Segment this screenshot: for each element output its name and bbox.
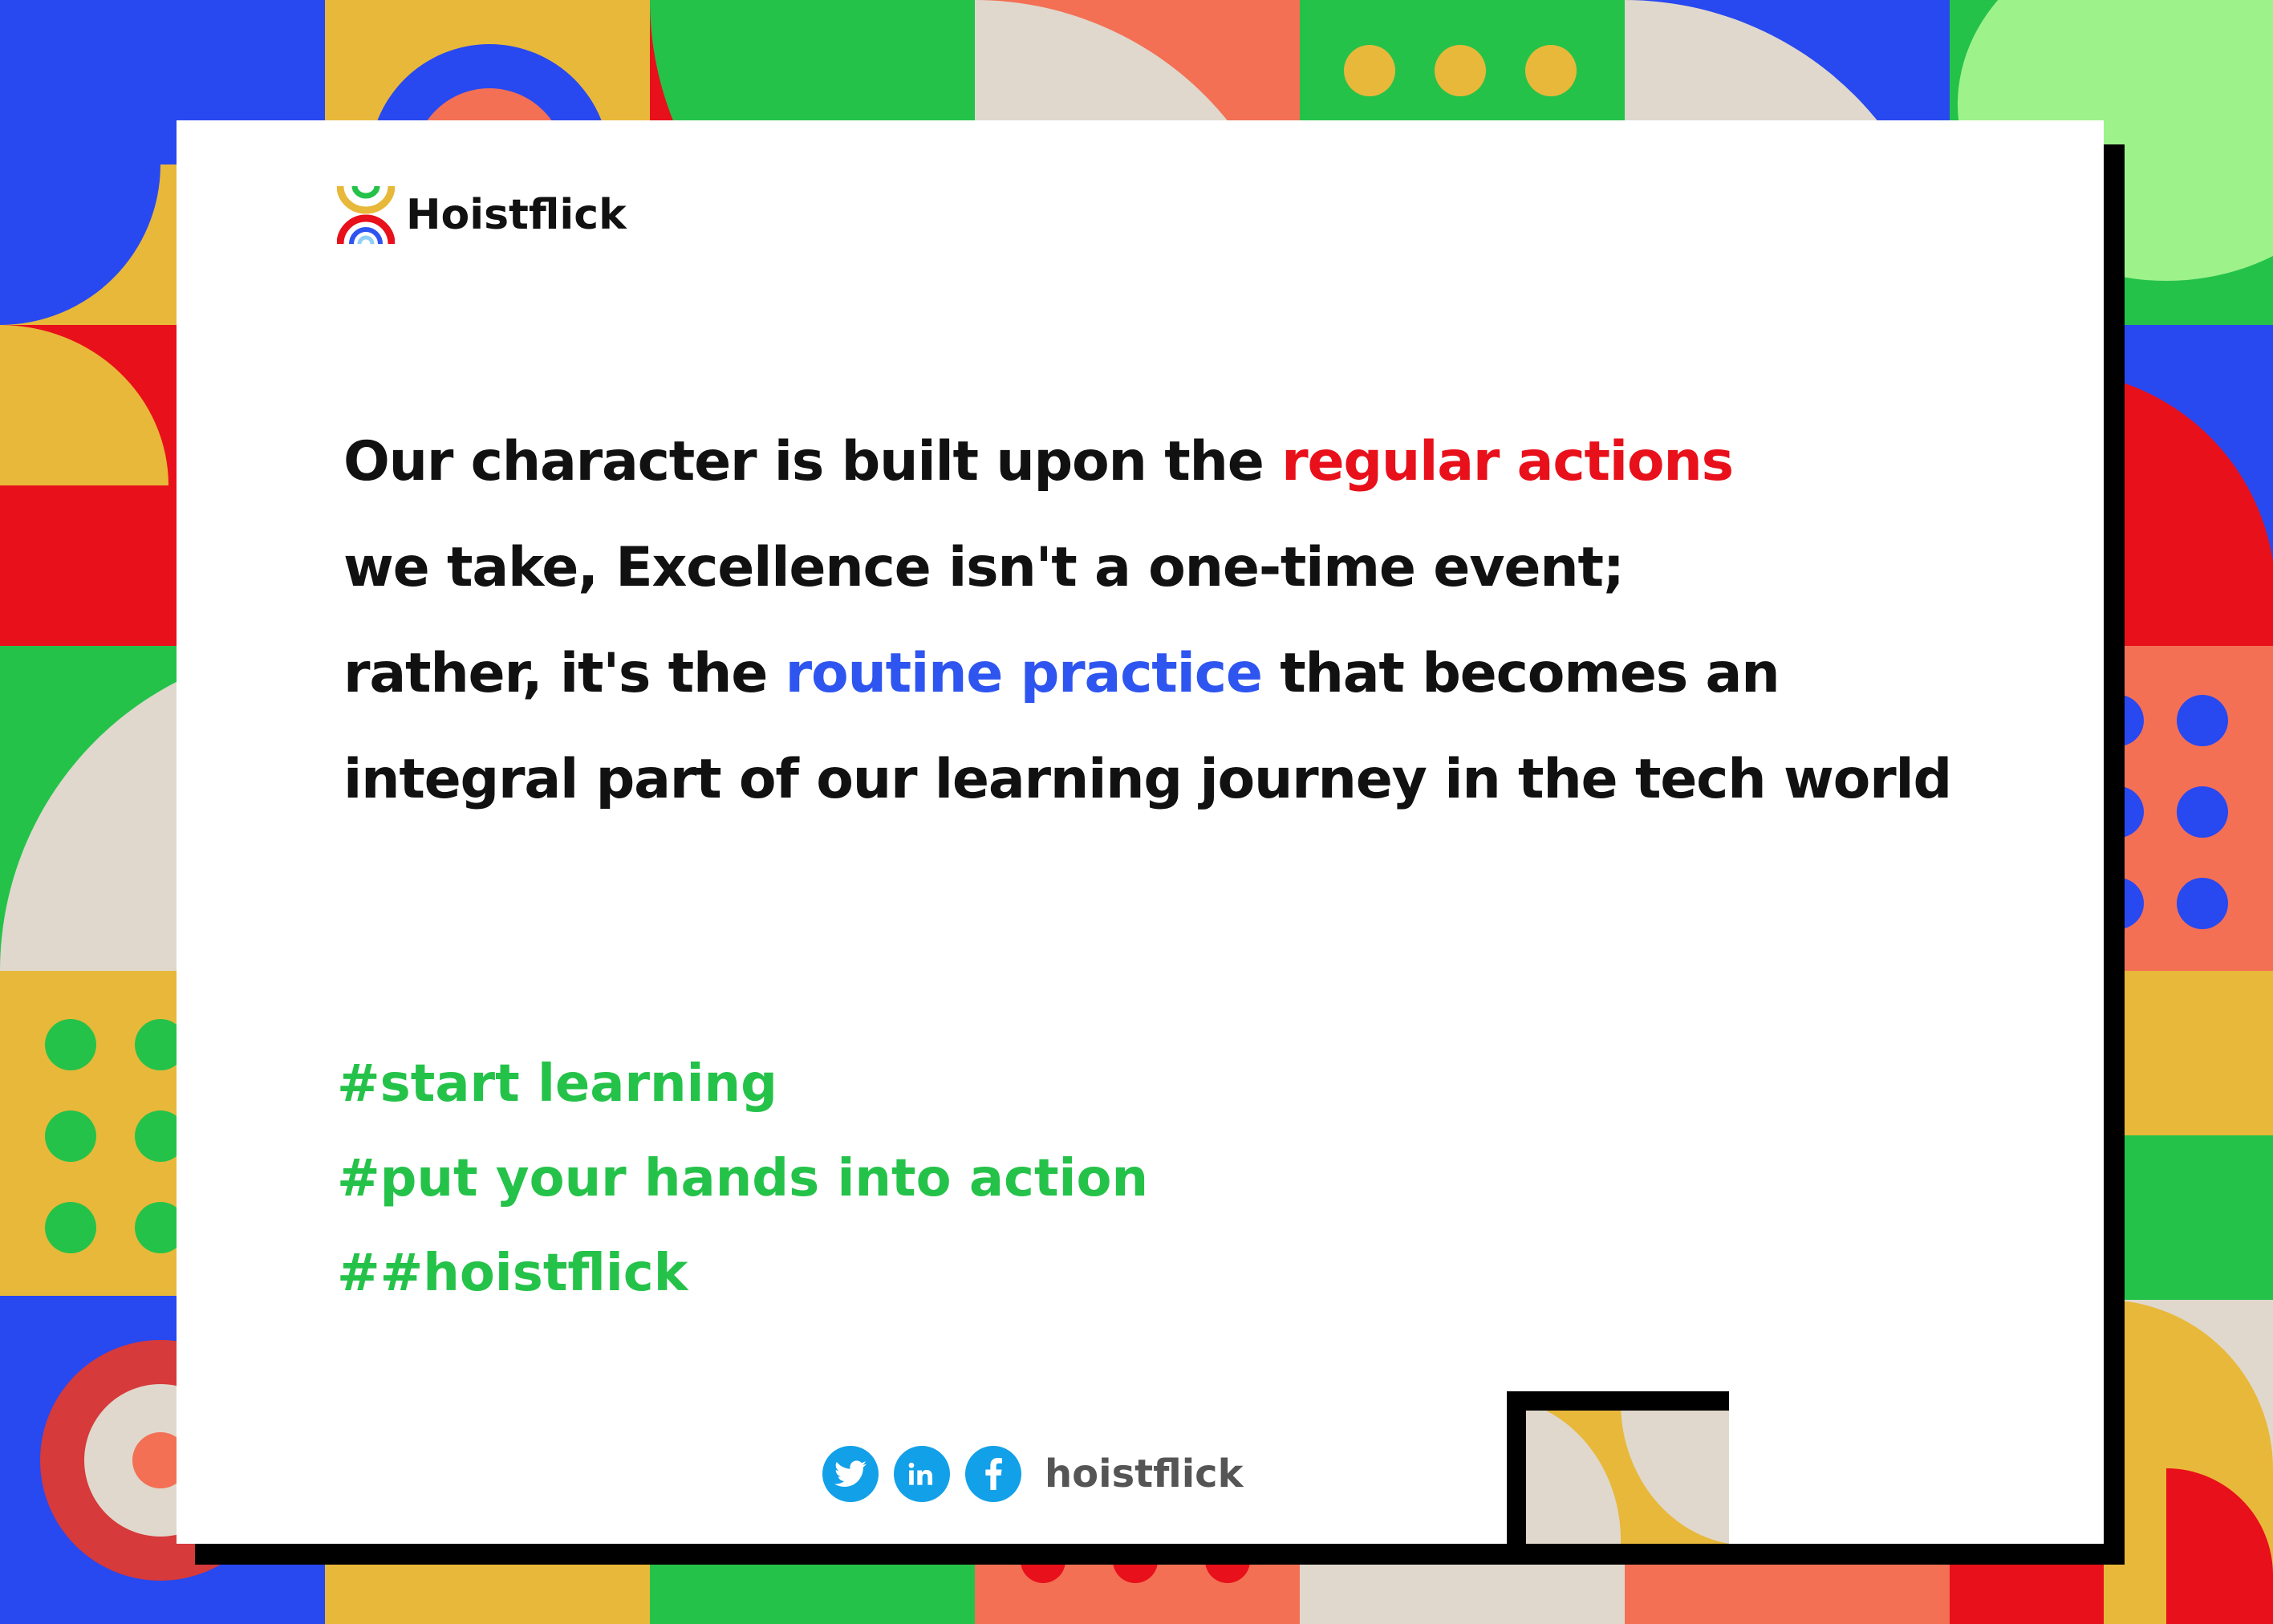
linkedin-icon[interactable]: [894, 1446, 950, 1502]
hoistflick-logo-icon: [337, 185, 395, 245]
highlight-routine-practice: routine practice: [785, 642, 1263, 705]
brand-logo: Hoistflick: [337, 183, 627, 247]
quote-line-1: Our character is built upon the regular …: [343, 409, 1951, 515]
quote-line-3: rather, it's the routine practice that b…: [343, 621, 1951, 727]
social-handle[interactable]: hoistflick: [1045, 1451, 1244, 1496]
quote-text: Our character is built upon the regular …: [343, 409, 1952, 833]
facebook-icon[interactable]: [965, 1446, 1021, 1502]
twitter-icon[interactable]: [822, 1446, 879, 1502]
quote-text-segment: Our character is built upon the: [343, 430, 1282, 493]
brand-name: Hoistflick: [406, 191, 627, 239]
highlight-regular-actions: regular actions: [1281, 430, 1734, 493]
hashtag-list: #start learning #put your hands into act…: [337, 1037, 1148, 1321]
hashtag-item: #start learning: [337, 1054, 777, 1114]
quote-line-4: integral part of our learning journey in…: [343, 748, 1952, 811]
hashtag-item: #put your hands into action: [337, 1149, 1148, 1208]
quote-text-segment: rather, it's the: [343, 642, 785, 705]
quote-text-segment: that becomes an: [1261, 642, 1780, 705]
hashtag-item: ##hoistflick: [337, 1244, 688, 1303]
social-links: hoistflick: [822, 1446, 1244, 1502]
quote-line-2: we take, Excellence isn't a one-time eve…: [343, 536, 1625, 599]
